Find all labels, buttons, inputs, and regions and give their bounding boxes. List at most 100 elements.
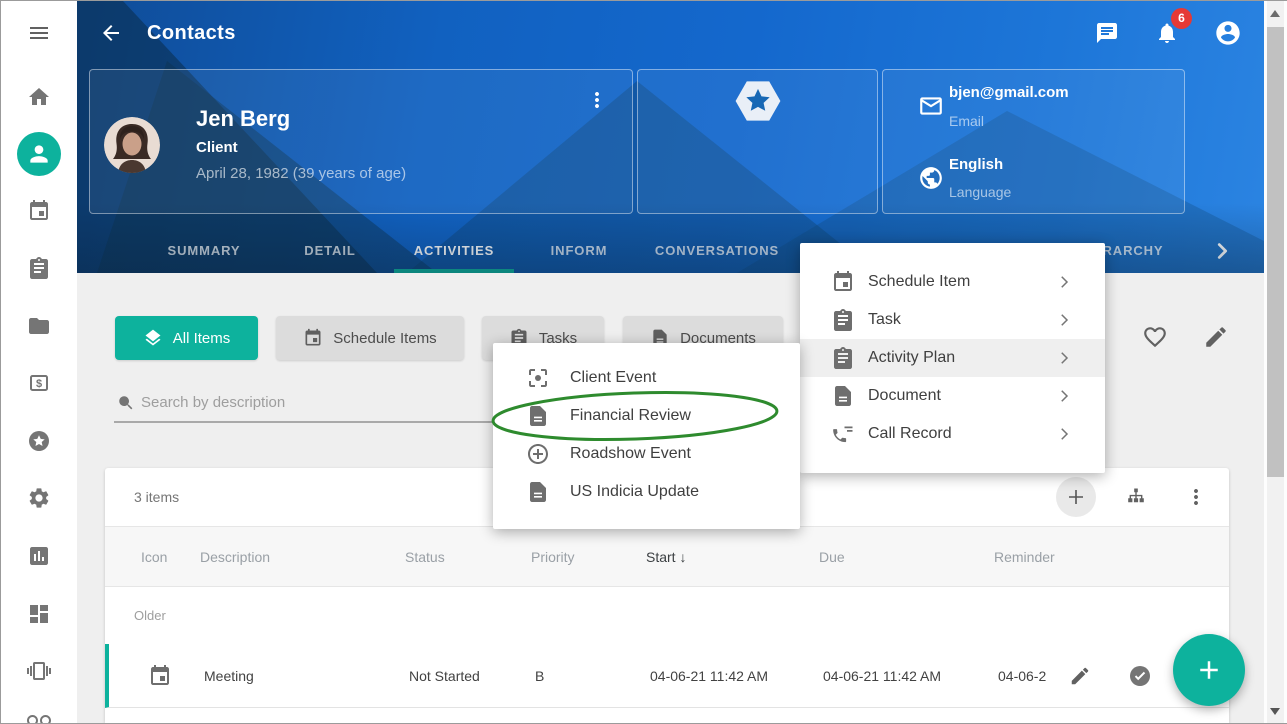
folder-icon[interactable] [27, 314, 51, 338]
tasks-icon[interactable] [27, 256, 51, 280]
menu-item-label: Schedule Item [868, 263, 970, 301]
avatar [104, 117, 160, 173]
col-reminder[interactable]: Reminder [994, 527, 1055, 588]
filter-schedule-items-button[interactable]: Schedule Items [276, 316, 464, 360]
app-window: $ [0, 0, 1287, 724]
row-due: 04-06-21 11:42 AM [823, 644, 941, 708]
calendar-icon[interactable] [27, 199, 51, 223]
org-chart-icon[interactable] [1124, 485, 1148, 509]
contact-type: Client [196, 139, 238, 156]
plus-icon [1194, 655, 1224, 685]
sidebar: $ [1, 1, 77, 723]
tab-inform[interactable]: INFORM [551, 229, 608, 273]
hexagon-star-icon [730, 73, 786, 129]
tab-detail[interactable]: DETAIL [304, 229, 355, 273]
search-icon [117, 394, 135, 412]
contacts-icon[interactable] [17, 132, 61, 176]
tab-conversations[interactable]: CONVERSATIONS [655, 229, 779, 273]
page-title: Contacts [147, 1, 236, 65]
column-header-row: Icon Description Status Priority Start ↓… [105, 526, 1229, 587]
menu-item-label: Call Record [868, 415, 952, 453]
group-row: Older [105, 587, 1229, 644]
document-icon [526, 480, 550, 504]
scroll-up-icon[interactable] [1270, 10, 1280, 17]
menu-item-client-event[interactable]: Client Event [493, 359, 800, 397]
filter-label: All Items [173, 330, 231, 347]
billing-icon[interactable]: $ [27, 371, 51, 395]
row-complete-icon[interactable] [1128, 664, 1152, 688]
menu-item-label: Financial Review [570, 397, 691, 435]
kebab-icon[interactable] [585, 88, 609, 112]
chat-icon[interactable] [1095, 21, 1119, 45]
chevron-right-icon [1055, 311, 1073, 329]
contact-info-card: bjen@gmail.com Email English Language [882, 69, 1185, 214]
menu-item-activity-plan[interactable]: Activity Plan [800, 339, 1105, 377]
vibration-icon[interactable] [27, 659, 51, 683]
contact-birthdate: April 28, 1982 (39 years of age) [196, 165, 406, 182]
clipboard-icon [831, 346, 855, 370]
globe-icon [918, 165, 944, 191]
tab-summary[interactable]: SUMMARY [168, 229, 241, 273]
email-label: Email [949, 113, 984, 129]
filter-all-items-button[interactable]: All Items [115, 316, 258, 360]
calendar-icon [303, 328, 323, 348]
favorite-heart-icon[interactable] [1142, 324, 1168, 350]
filter-label: Schedule Items [333, 330, 436, 347]
menu-item-label: Roadshow Event [570, 435, 691, 473]
col-start[interactable]: Start ↓ [646, 527, 686, 588]
chevron-right-icon [1055, 387, 1073, 405]
col-due[interactable]: Due [819, 527, 845, 588]
row-edit-icon[interactable] [1069, 665, 1091, 687]
hero-header: Contacts 6 [77, 1, 1264, 273]
reports-icon[interactable] [27, 544, 51, 568]
svg-text:$: $ [36, 378, 42, 390]
col-icon[interactable]: Icon [141, 527, 167, 588]
tab-hierarchy[interactable]: RARCHY [1102, 229, 1163, 273]
menu-item-financial-review[interactable]: Financial Review [493, 397, 800, 435]
row-reminder: 04-06-2 [998, 644, 1046, 708]
items-count: 3 items [134, 468, 179, 526]
favorites-icon[interactable] [27, 429, 51, 453]
fab-add-button[interactable] [1173, 634, 1245, 706]
menu-item-label: Activity Plan [868, 339, 955, 377]
col-status[interactable]: Status [405, 527, 445, 588]
scroll-down-icon[interactable] [1270, 708, 1280, 715]
menu-item-task[interactable]: Task [800, 301, 1105, 339]
col-priority[interactable]: Priority [531, 527, 575, 588]
row-status: Not Started [409, 644, 480, 708]
plus-icon [1064, 485, 1088, 509]
account-icon[interactable] [1214, 19, 1242, 47]
menu-item-label: Document [868, 377, 941, 415]
contact-name: Jen Berg [196, 106, 290, 132]
add-item-button[interactable] [1056, 477, 1096, 517]
tab-activities[interactable]: ACTIVITIES [414, 229, 495, 273]
menu-item-schedule-item[interactable]: Schedule Item [800, 263, 1105, 301]
table-row[interactable]: Meeting Not Started B 04-06-21 11:42 AM … [105, 644, 1229, 708]
home-icon[interactable] [27, 85, 51, 109]
chevron-right-icon [1055, 349, 1073, 367]
edit-icon[interactable] [1203, 324, 1229, 350]
menu-icon[interactable] [27, 21, 51, 45]
clipboard-icon [831, 308, 855, 332]
dashboard-icon[interactable] [27, 602, 51, 626]
chevron-right-icon [1055, 273, 1073, 291]
notification-badge: 6 [1171, 8, 1192, 29]
tab-scroll-right-icon[interactable] [1211, 240, 1233, 262]
scrollbar-thumb[interactable] [1267, 27, 1284, 477]
document-icon [526, 404, 550, 428]
add-circle-icon [526, 442, 550, 466]
layers-icon [143, 328, 163, 348]
back-icon[interactable] [99, 21, 123, 45]
menu-item-roadshow-event[interactable]: Roadshow Event [493, 435, 800, 473]
menu-item-us-indicia-update[interactable]: US Indicia Update [493, 473, 800, 511]
menu-item-call-record[interactable]: Call Record [800, 415, 1105, 453]
menu-item-document[interactable]: Document [800, 377, 1105, 415]
menu-item-label: Task [868, 301, 901, 339]
status-card [637, 69, 878, 214]
settings-icon[interactable] [27, 486, 51, 510]
col-description[interactable]: Description [200, 527, 270, 588]
voicemail-icon[interactable] [27, 709, 51, 723]
kebab-icon[interactable] [1184, 485, 1208, 509]
group-label: Older [134, 587, 166, 644]
email-icon [918, 93, 944, 119]
